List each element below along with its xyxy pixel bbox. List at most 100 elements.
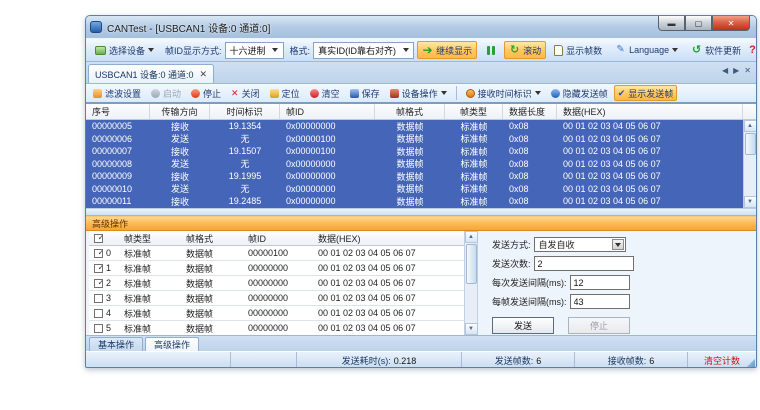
pen-icon: ✎ (615, 45, 626, 56)
column-header[interactable]: 时间标识 (210, 104, 280, 119)
table-row[interactable]: 00000006发送无0x00000100数据帧标准帧0x0800 01 02 … (86, 133, 756, 146)
row-checkbox[interactable] (94, 294, 103, 303)
scrollbar-thumb[interactable] (745, 133, 756, 155)
stop-button[interactable]: 停止 (187, 85, 225, 101)
pause-button[interactable] (480, 41, 501, 59)
save-button[interactable]: 保存 (346, 85, 384, 101)
table-cell: 数据帧 (181, 291, 243, 305)
maximize-button[interactable]: ▢ (685, 16, 712, 31)
continue-display-button[interactable]: ➔ 继续显示 (417, 41, 477, 59)
send-list-scrollbar[interactable]: ▲ ▼ (465, 231, 478, 335)
close-channel-button[interactable]: ✕ 关闭 (227, 85, 264, 101)
received-frames-status: 接收帧数: 6 (575, 352, 688, 368)
locate-button[interactable]: 定位 (266, 85, 304, 101)
send-list-row[interactable]: 5标准帧数据帧0000000000 01 02 03 04 05 06 07 (89, 321, 464, 335)
device-ops-button[interactable]: 设备操作 (386, 85, 451, 101)
document-icon (554, 45, 563, 56)
show-frame-count-button[interactable]: 显示帧数 (549, 41, 607, 59)
send-button[interactable]: 发送 (492, 317, 554, 334)
select-device-button[interactable]: 选择设备 (90, 41, 159, 59)
send-list-row[interactable]: 3标准帧数据帧0000000000 01 02 03 04 05 06 07 (89, 291, 464, 306)
per-frame-interval-input[interactable] (570, 294, 630, 309)
table-cell: 0x08 (503, 133, 557, 146)
column-header[interactable]: 帧格式 (375, 104, 445, 119)
format-select[interactable]: 真实ID(ID靠右对齐) (313, 42, 414, 59)
row-checkbox[interactable]: ✓ (94, 264, 103, 273)
table-cell: 00000009 (86, 170, 150, 183)
help-icon[interactable]: ? (749, 45, 756, 56)
frame-id-display-select[interactable]: 十六进制 (225, 42, 284, 59)
language-button[interactable]: ✎ Language (610, 41, 683, 59)
column-header[interactable]: 数据长度 (503, 104, 557, 119)
send-list-row[interactable]: ✓2标准帧数据帧0000000000 01 02 03 04 05 06 07 (89, 276, 464, 291)
close-channel-label: 关闭 (242, 87, 260, 100)
send-list-table: ✓ 帧类型 帧格式 帧ID 数据(HEX) ✓0标准帧数据帧0000010000… (89, 231, 465, 335)
time-mark-button[interactable]: 接收时间标识 (462, 85, 545, 101)
tab-close-icon[interactable]: ✕ (200, 69, 208, 80)
tab-nav-close-icon[interactable]: ✕ (744, 66, 751, 75)
chevron-down-icon (441, 91, 447, 95)
horizontal-scrollbar[interactable] (86, 208, 756, 215)
table-cell: 接收 (150, 195, 210, 208)
column-header[interactable]: 帧ID (280, 104, 375, 119)
column-header[interactable]: 数据(HEX) (557, 104, 743, 119)
table-row[interactable]: 00000010发送无0x00000000数据帧标准帧0x0800 01 02 … (86, 183, 756, 196)
close-button[interactable]: ✕ (712, 16, 750, 31)
tab-prev-icon[interactable]: ◀ (722, 66, 728, 75)
column-header[interactable]: 帧类型 (445, 104, 503, 119)
table-row[interactable]: 00000009接收19.19950x00000000数据帧标准帧0x0800 … (86, 170, 756, 183)
received-frames-value: 6 (649, 356, 654, 366)
row-checkbox[interactable]: ✓ (94, 279, 103, 288)
table-row[interactable]: 00000005接收19.13540x00000000数据帧标准帧0x0800 … (86, 120, 756, 133)
row-checkbox[interactable] (94, 309, 103, 318)
status-bar: 发送耗时(s): 0.218 发送帧数: 6 接收帧数: 6 清空计数 (86, 351, 756, 368)
tab-next-icon[interactable]: ▶ (733, 66, 739, 75)
table-row[interactable]: 00000011接收19.24850x00000000数据帧标准帧0x0800 … (86, 195, 756, 208)
scroll-button[interactable]: ↻ 滚动 (504, 41, 546, 59)
row-index: 2 (106, 278, 111, 288)
scroll-up-icon[interactable]: ▲ (465, 231, 478, 243)
table-cell: 数据帧 (375, 158, 445, 171)
table-cell: 0x08 (503, 120, 557, 133)
minimize-button[interactable]: ▬ (658, 16, 685, 31)
resize-grip-icon[interactable] (745, 358, 755, 368)
tab-usbcan1[interactable]: USBCAN1 设备:0 通道:0 ✕ (88, 64, 214, 83)
scroll-up-icon[interactable]: ▲ (744, 120, 757, 132)
table-cell: 00 01 02 03 04 05 06 07 (313, 321, 464, 335)
clear-icon (310, 89, 319, 98)
scroll-down-icon[interactable]: ▼ (744, 196, 757, 208)
send-mode-select[interactable]: 自发自收 (534, 237, 626, 252)
clear-button[interactable]: 清空 (306, 85, 344, 101)
tab-advanced-operation[interactable]: 高级操作 (145, 337, 199, 351)
scrollbar-thumb[interactable] (466, 244, 477, 284)
filter-settings-button[interactable]: 滤波设置 (89, 85, 145, 101)
table-cell: 0x00000000 (280, 195, 375, 208)
stop-send-button[interactable]: 停止 (568, 317, 630, 334)
vertical-scrollbar[interactable]: ▲ ▼ (743, 120, 756, 208)
locate-label: 定位 (282, 87, 300, 100)
table-row[interactable]: 00000008发送无0x00000000数据帧标准帧0x0800 01 02 … (86, 158, 756, 171)
frame-table-header[interactable]: 序号传输方向时间标识帧ID帧格式帧类型数据长度数据(HEX) (86, 104, 756, 120)
format-value: 真实ID(ID靠右对齐) (318, 44, 396, 57)
column-header[interactable]: 序号 (86, 104, 150, 119)
software-update-button[interactable]: ↺ 软件更新 (686, 41, 746, 59)
row-checkbox[interactable] (94, 324, 103, 333)
scroll-down-icon[interactable]: ▼ (465, 323, 478, 335)
tab-basic-operation[interactable]: 基本操作 (89, 337, 143, 351)
row-checkbox[interactable]: ✓ (94, 249, 103, 258)
hide-send-frames-button[interactable]: 隐藏发送帧 (547, 85, 612, 101)
per-send-interval-input[interactable] (570, 275, 630, 290)
send-count-input[interactable] (534, 256, 634, 271)
start-button[interactable]: 启动 (147, 85, 185, 101)
table-cell: 数据帧 (375, 170, 445, 183)
send-list-row[interactable]: ✓0标准帧数据帧0000010000 01 02 03 04 05 06 07 (89, 246, 464, 261)
send-list-row[interactable]: 4标准帧数据帧0000000000 01 02 03 04 05 06 07 (89, 306, 464, 321)
table-row[interactable]: 00000007接收19.15070x00000100数据帧标准帧0x0800 … (86, 145, 756, 158)
select-all-checkbox[interactable]: ✓ (94, 234, 103, 243)
table-cell: 0x00000000 (280, 120, 375, 133)
table-cell: 标准帧 (445, 183, 503, 196)
send-list-header[interactable]: ✓ 帧类型 帧格式 帧ID 数据(HEX) (89, 231, 464, 246)
show-send-frames-button[interactable]: ✔ 显示发送帧 (614, 85, 678, 101)
column-header[interactable]: 传输方向 (150, 104, 210, 119)
send-list-row[interactable]: ✓1标准帧数据帧0000000000 01 02 03 04 05 06 07 (89, 261, 464, 276)
